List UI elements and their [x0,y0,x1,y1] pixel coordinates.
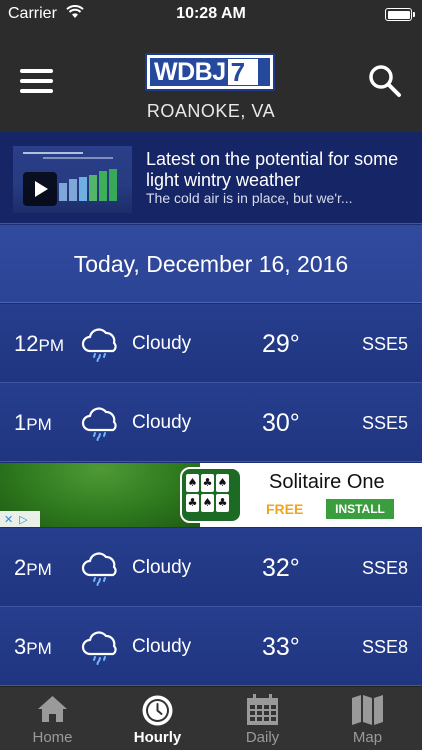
hourly-row[interactable]: 12PM Cloudy 29° SSE5 [0,304,422,383]
station-logo: WDBJ 7 [145,53,275,91]
tab-hourly[interactable]: Hourly [105,687,210,750]
temperature: 30° [262,409,300,437]
date-header: Today, December 16, 2016 [0,225,422,303]
condition-label: Cloudy [132,557,192,578]
tab-map[interactable]: Map [315,687,420,750]
video-thumbnail[interactable] [13,146,132,213]
temperature: 33° [262,633,300,661]
ad-price: FREE [266,501,304,517]
app-header: WDBJ 7 ROANOKE, VA [0,28,422,132]
cloudy-rain-icon [81,326,121,362]
cloudy-rain-icon [81,629,121,665]
location-label: ROANOKE, VA [146,101,276,121]
clock-icon [142,695,173,726]
hourly-row[interactable]: 1PM Cloudy 30° SSE5 [0,383,422,462]
ad-title[interactable]: Solitaire One [269,471,385,494]
install-button[interactable]: INSTALL [326,499,394,519]
news-summary: The cold air is in place, but we'r... [146,190,353,206]
hour-time: 1PM [14,410,52,435]
temperature: 29° [262,330,300,358]
play-icon[interactable] [23,172,57,206]
tab-label: Home [32,729,73,746]
condition-label: Cloudy [132,412,192,433]
calendar-icon [247,694,278,725]
app-icon[interactable]: ♠ ♣ ♠ ♣ ♠ ♣ [180,467,242,523]
date-label: Today, December 16, 2016 [73,251,349,277]
news-story[interactable]: Latest on the potential for some light w… [0,132,422,224]
tab-home[interactable]: Home [0,687,105,750]
temperature: 32° [262,554,300,582]
hourly-row[interactable]: 2PM Cloudy 32° SSE8 [0,528,422,607]
tab-daily[interactable]: Daily [210,687,315,750]
ad-banner[interactable]: ✕ ▷ ♠ ♣ ♠ ♣ ♠ ♣ Solitaire One FREE INSTAL… [0,463,422,527]
hour-time: 2PM [14,555,52,580]
condition-label: Cloudy [132,636,192,657]
cloudy-rain-icon [81,550,121,586]
map-icon [352,695,383,725]
clock-time: 10:28 AM [176,5,246,22]
hour-time: 12PM [14,331,64,356]
hourly-row[interactable]: 3PM Cloudy 33° SSE8 [0,607,422,686]
search-icon[interactable] [368,64,402,98]
tab-label: Map [352,729,383,746]
status-bar: Carrier 10:28 AM [0,0,422,28]
tab-label: Hourly [133,729,182,746]
hamburger-icon[interactable] [20,69,53,93]
logo-number: 7 [230,57,246,87]
news-headline[interactable]: Latest on the potential for some light w… [146,149,416,191]
tab-label: Daily [245,729,280,746]
hour-time: 3PM [14,634,52,659]
condition-label: Cloudy [132,333,192,354]
home-icon [38,696,67,722]
logo-text: WDBJ [154,57,226,86]
wind-label: SSE8 [361,637,408,657]
wind-label: SSE5 [361,334,408,354]
cloudy-rain-icon [81,405,121,441]
ad-choices-icon[interactable]: ✕ ▷ [0,511,40,527]
battery-icon [385,8,415,21]
wind-label: SSE8 [361,558,408,578]
wind-label: SSE5 [361,413,408,433]
tab-bar: Home Hourly Daily Map [0,686,422,750]
